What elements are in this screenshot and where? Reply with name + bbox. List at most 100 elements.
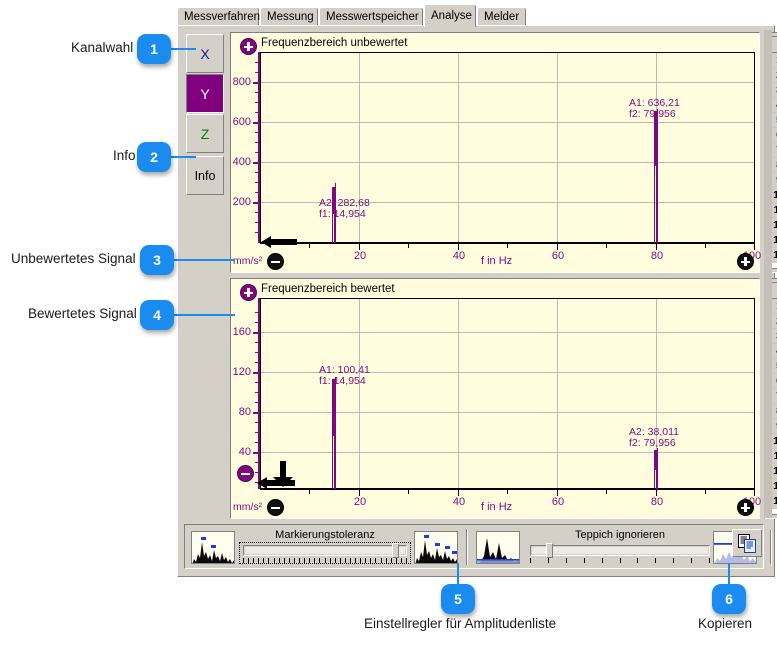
slider-thumb-markierungstoleranz[interactable] [392, 543, 400, 558]
zoom-in-icon[interactable] [240, 38, 257, 55]
slider-tick [324, 558, 326, 563]
info-button[interactable]: Info [186, 156, 224, 195]
y-minor-tick [255, 72, 260, 73]
y-axis-unit: mm/s² [233, 501, 263, 513]
slider-tick [380, 558, 382, 563]
y-minor-tick [255, 62, 260, 63]
channel-button-x[interactable]: X [186, 34, 224, 73]
tab-label: Analyse [431, 10, 472, 22]
slider-tick [395, 558, 397, 563]
y-minor-tick [255, 392, 260, 393]
tab-messwertspeicher[interactable]: Messwertspeicher [319, 7, 423, 26]
x-minor-tick [309, 244, 310, 248]
annotation-number: 6 [725, 591, 733, 607]
x-tick-label: 80 [650, 250, 664, 262]
gridline-h [261, 122, 754, 123]
y-minor-tick [255, 362, 260, 363]
tab-analyse[interactable]: Analyse [424, 4, 476, 27]
arrow-left-icon[interactable] [259, 234, 299, 250]
chart-panel-unbewertet: Frequenzbereich unbewertet 200 400 600 8… [230, 32, 761, 273]
slider-tick [601, 558, 603, 563]
slider-tick [309, 558, 311, 563]
annotation-marker-6: 6 [712, 584, 746, 614]
chart-title-unbewertet: Frequenzbereich unbewertet [261, 37, 408, 49]
annotation-marker-5: 5 [441, 584, 475, 614]
slider-tick [243, 558, 244, 563]
channel-button-z[interactable]: Z [186, 114, 224, 153]
annotation-number: 5 [454, 591, 462, 607]
y-minor-tick [255, 192, 260, 193]
y-major-tick [253, 372, 260, 374]
x-tick-label: 20 [353, 496, 367, 508]
x-minor-tick [705, 490, 706, 494]
marker-label-a2: A2: 38,011 f2: 79,956 [629, 427, 679, 449]
gridline-h [261, 82, 754, 83]
zoom-in-x-icon[interactable] [737, 253, 754, 270]
leader-line-1 [170, 48, 196, 50]
channel-button-y[interactable]: Y [186, 74, 224, 113]
arrow-left-down-icon[interactable] [255, 461, 299, 491]
channel-label: X [200, 45, 210, 62]
annotation-marker-1: 1 [137, 34, 171, 64]
y-major-tick [253, 202, 260, 204]
zoom-in-icon[interactable] [240, 284, 257, 301]
slider-track-teppich[interactable] [530, 545, 710, 556]
y-tick-label: 400 [232, 156, 251, 168]
slider-tick [339, 558, 341, 563]
annotation-number: 2 [150, 149, 158, 165]
tab-messung[interactable]: Messung [260, 7, 318, 26]
y-major-tick [253, 82, 260, 84]
y-tick-label: 200 [232, 196, 251, 208]
tab-label: Melder [484, 11, 520, 23]
x-tick-label: 20 [353, 250, 367, 262]
channel-label: Z [200, 125, 210, 142]
slider-tick [344, 558, 346, 563]
annotation-label-2: Info [113, 148, 136, 163]
marker-frequency: f2: 79,956 [629, 108, 676, 120]
zoom-out-icon[interactable] [267, 253, 284, 270]
slider-tick [619, 558, 621, 563]
y-minor-tick [255, 432, 260, 433]
copy-button[interactable] [732, 529, 762, 557]
chart-panel-bewertet: Frequenzbereich bewertet 40 80 120 160 2… [230, 278, 761, 519]
gridline-h [261, 332, 754, 333]
spectrum-thumbnail-left-1 [191, 531, 235, 564]
slider-tick [385, 558, 387, 563]
info-label: Info [194, 168, 216, 183]
toolbar-separator [466, 529, 468, 565]
y-tick-label: 800 [232, 76, 251, 88]
annotation-number: 1 [150, 41, 158, 57]
zoom-out-y-icon[interactable] [237, 465, 254, 482]
zoom-out-icon[interactable] [267, 499, 284, 516]
marker-label-a1: A1: 100,41 f1: 14,954 [319, 365, 370, 387]
slider-tick [360, 558, 362, 563]
zoom-in-x-icon[interactable] [737, 499, 754, 516]
slider-ticks-teppich [530, 558, 710, 564]
x-tick-label: 80 [650, 496, 664, 508]
y-minor-tick [255, 312, 260, 313]
x-tick-label: 40 [452, 496, 466, 508]
x-tick-label: 60 [551, 250, 565, 262]
slider-tick [406, 558, 407, 563]
annotation-label-4: Bewertetes Signal [28, 306, 137, 321]
toolbar-separator [770, 530, 772, 566]
spectrum-spike-tail [335, 377, 336, 489]
gridline-v [557, 299, 558, 488]
x-minor-tick [705, 244, 706, 248]
y-tick-label: 160 [232, 326, 251, 338]
tab-label: Messung [267, 11, 314, 23]
slider-track-markierungstoleranz[interactable] [243, 545, 407, 556]
slider-tick [400, 558, 402, 563]
panel-scroll-strip[interactable] [764, 30, 772, 518]
tab-melder[interactable]: Melder [477, 7, 526, 26]
slider-tick [547, 558, 549, 563]
slider-tick [278, 558, 280, 563]
tab-bar[interactable]: Messverfahren Messung Messwertspeicher A… [177, 4, 775, 27]
marker-frequency: f2: 79,956 [629, 437, 676, 449]
y-minor-tick [255, 152, 260, 153]
marker-label-a2: A2: 282,68 f1: 14,954 [319, 198, 370, 220]
tab-messverfahren[interactable]: Messverfahren [177, 7, 260, 26]
slider-thumb-teppich[interactable] [545, 543, 553, 558]
y-tick-label: 40 [238, 446, 251, 458]
y-minor-tick [255, 422, 260, 423]
